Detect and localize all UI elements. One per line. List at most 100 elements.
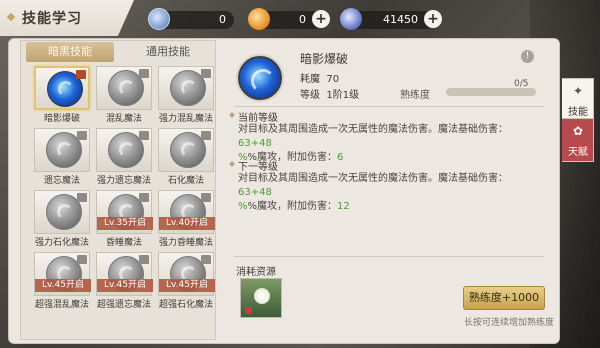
resource-silver: 41450 + — [340, 8, 442, 30]
skill-name: 强力石化魔法 — [34, 238, 89, 248]
current-level-header: 当前等级 — [238, 109, 278, 124]
consume-item-slot[interactable] — [240, 278, 282, 318]
side-tab-talent[interactable]: ✿ 天赋 — [562, 118, 594, 162]
flower-icon — [254, 288, 270, 304]
side-tab-skill-label: 技能 — [568, 107, 588, 118]
corner-badge — [201, 193, 211, 202]
skill-name: 超强遗忘魔法 — [96, 300, 151, 310]
consume-header: 消耗资源 — [236, 267, 276, 278]
next-level-text: 对目标及其周围造成一次无属性的魔法伤害。魔法基础伤害：63+48 %%魔攻，附加伤… — [238, 173, 508, 212]
skill-name: 超强混乱魔法 — [34, 300, 89, 310]
corner-badge — [77, 193, 87, 202]
train-hint: 长按可连续增加熟练度 — [464, 318, 555, 328]
cost-value: 70 — [326, 74, 340, 85]
level-label: 等级 — [300, 90, 320, 101]
detail-skill-name: 暗影爆破 — [300, 52, 349, 66]
resource-coin-value: 0 — [299, 13, 306, 26]
skill-tabs: 暗黑技能 通用技能 — [26, 42, 214, 62]
silver-icon — [340, 8, 362, 30]
skill-cell[interactable]: Lv.40开启 强力昏睡魔法 — [158, 190, 215, 250]
skill-frame — [34, 190, 90, 234]
next-level-header: 下一等级 — [238, 158, 278, 173]
skill-frame: Lv.45开启 — [34, 252, 91, 296]
skill-cell[interactable]: Lv.35开启 昏睡魔法 — [96, 190, 153, 250]
tab-dark-skills[interactable]: 暗黑技能 — [26, 42, 114, 62]
corner-badge — [76, 70, 86, 79]
resource-coin: 0 + — [248, 8, 330, 30]
skill-name: 遗忘魔法 — [43, 176, 80, 186]
coin-icon — [248, 8, 270, 30]
skill-cell[interactable]: 强力石化魔法 — [34, 190, 90, 250]
item-badge — [245, 307, 252, 314]
skill-frame: Lv.45开启 — [158, 252, 215, 296]
side-tab-talent-label: 天赋 — [568, 147, 588, 158]
corner-badge — [139, 193, 149, 202]
skill-name: 石化魔法 — [167, 176, 204, 186]
skill-frame: Lv.40开启 — [158, 190, 215, 234]
corner-badge — [139, 69, 149, 78]
tab-common-skills[interactable]: 通用技能 — [122, 42, 214, 62]
current-level-text: 对目标及其周围造成一次无属性的魔法伤害。魔法基础伤害：63+48 %%魔攻，附加伤… — [238, 124, 508, 163]
add-silver-button[interactable]: + — [424, 10, 442, 28]
title-tab: 技能学习 — [0, 0, 134, 36]
corner-badge — [201, 69, 211, 78]
skill-cell[interactable]: 石化魔法 — [158, 128, 214, 188]
skill-cell[interactable]: Lv.45开启 超强石化魔法 — [158, 252, 215, 312]
skill-frame — [34, 128, 90, 172]
skill-name: 暗影爆破 — [43, 114, 80, 124]
corner-badge — [201, 131, 211, 140]
detail-level: 等级 1阶1级 — [300, 86, 359, 101]
talent-icon: ✿ — [572, 124, 584, 138]
add-proficiency-button[interactable]: 熟练度+1000 — [463, 286, 545, 310]
lock-level-label: Lv.45开启 — [159, 279, 215, 292]
title-ornament-icon — [6, 12, 16, 22]
corner-badge — [139, 131, 149, 140]
page-title: 技能学习 — [22, 11, 82, 27]
proficiency-bar — [446, 88, 536, 96]
diamond-icon — [148, 8, 170, 30]
corner-badge — [139, 255, 149, 264]
skill-frame — [158, 128, 214, 172]
skill-cell[interactable]: Lv.45开启 超强混乱魔法 — [34, 252, 91, 312]
divider — [234, 106, 544, 107]
skill-name: 强力混乱魔法 — [158, 114, 213, 124]
lock-level-label: Lv.45开启 — [35, 279, 91, 292]
skill-frame — [96, 128, 152, 172]
skill-frame — [96, 66, 152, 110]
skill-cell[interactable]: Lv.45开启 超强遗忘魔法 — [96, 252, 153, 312]
skill-cell[interactable]: 混乱魔法 — [96, 66, 152, 126]
info-icon[interactable]: ! — [521, 50, 534, 63]
corner-badge — [77, 255, 87, 264]
feather-icon: ✦ — [572, 84, 584, 98]
skill-cell[interactable]: 暗影爆破 — [34, 66, 90, 126]
detail-cost: 耗魔 70 — [300, 70, 339, 85]
resource-diamond: 0 — [148, 8, 234, 30]
side-tab-skill[interactable]: ✦ 技能 — [562, 78, 594, 122]
skill-name: 混乱魔法 — [105, 114, 142, 124]
level-value: 1阶1级 — [326, 90, 360, 101]
resource-diamond-value: 0 — [219, 13, 226, 26]
selected-skill-icon — [238, 56, 282, 100]
skill-cell[interactable]: 遗忘魔法 — [34, 128, 90, 188]
resource-silver-value: 41450 — [383, 13, 418, 26]
skill-frame — [158, 66, 214, 110]
skill-frame: Lv.45开启 — [96, 252, 153, 296]
skill-frame — [34, 66, 90, 110]
skill-name: 超强石化魔法 — [158, 300, 213, 310]
lock-level-label: Lv.35开启 — [97, 217, 153, 230]
skill-cell[interactable]: 强力混乱魔法 — [158, 66, 214, 126]
corner-badge — [77, 131, 87, 140]
divider — [234, 256, 544, 257]
proficiency-label: 熟练度 — [400, 90, 430, 101]
skill-name: 强力遗忘魔法 — [96, 176, 151, 186]
skill-cell[interactable]: 强力遗忘魔法 — [96, 128, 152, 188]
skill-name: 昏睡魔法 — [105, 238, 142, 248]
corner-badge — [201, 255, 211, 264]
skill-frame: Lv.35开启 — [96, 190, 153, 234]
skill-name: 强力昏睡魔法 — [158, 238, 213, 248]
add-coin-button[interactable]: + — [312, 10, 330, 28]
top-bar: 技能学习 0 0 + 41450 + — [0, 0, 600, 38]
lock-level-label: Lv.40开启 — [159, 217, 215, 230]
cost-label: 耗魔 — [300, 74, 320, 85]
lock-level-label: Lv.45开启 — [97, 279, 153, 292]
